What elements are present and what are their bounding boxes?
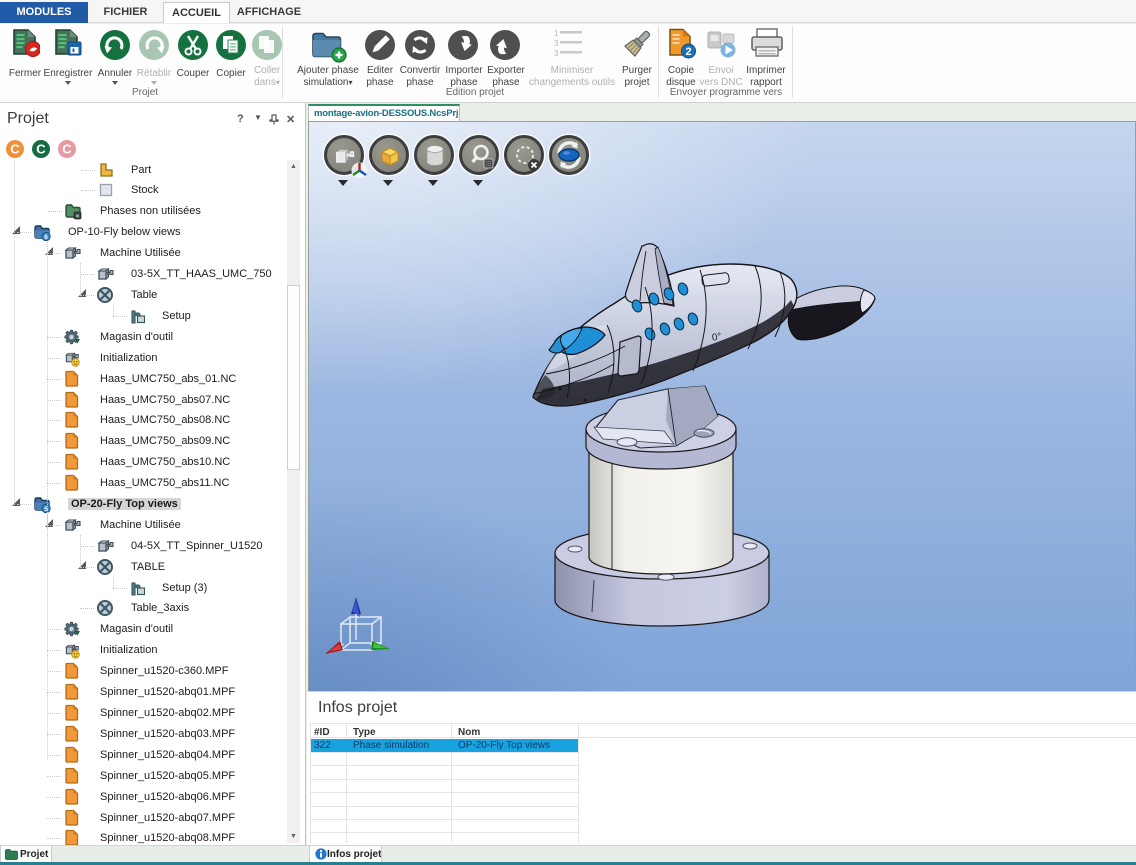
svg-text:0°: 0° [711, 331, 722, 343]
svg-text:1: 1 [554, 29, 559, 38]
svg-text:C: C [36, 142, 46, 157]
svg-text:6: 6 [44, 234, 48, 241]
svg-text:C: C [62, 142, 72, 157]
svg-text:3: 3 [554, 49, 559, 58]
svg-text:2: 2 [685, 46, 691, 58]
svg-text:3: 3 [554, 39, 559, 48]
svg-text:C: C [10, 142, 20, 157]
